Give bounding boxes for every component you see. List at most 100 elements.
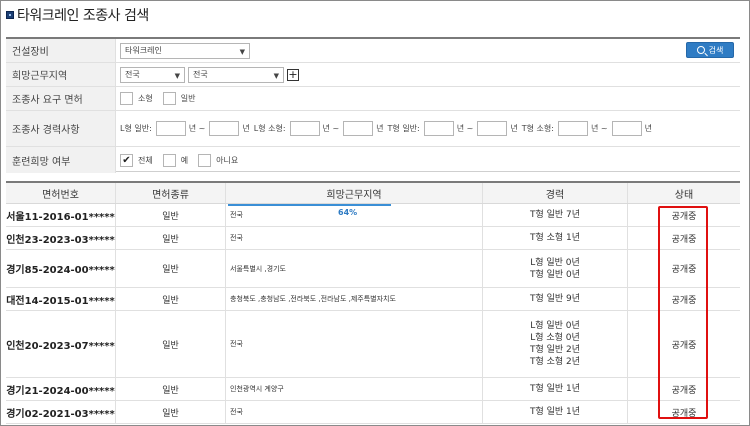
region-cell: 서울특별시 ,경기도 bbox=[226, 250, 483, 287]
table-row[interactable]: 대전14-2015-01***** 일반 충청북도 ,충청남도 ,전라북도 ,전라남… bbox=[6, 288, 740, 311]
t-small-label: T형 소형: bbox=[521, 124, 554, 133]
l-small-max-input[interactable] bbox=[343, 121, 374, 136]
table-row[interactable]: 경기02-2021-03***** 일반 전국 T형 일반 1년 공개중 bbox=[6, 401, 740, 424]
training-yes-checkbox[interactable] bbox=[162, 153, 176, 167]
region-city-value: 전국 bbox=[193, 70, 208, 79]
experience-cell: T형 일반 9년 bbox=[483, 288, 628, 310]
license-type-cell: 일반 bbox=[116, 311, 226, 377]
search-icon bbox=[696, 46, 705, 54]
license-type-cell: 일반 bbox=[116, 250, 226, 287]
status-cell: 공개중 bbox=[671, 408, 697, 419]
l-general-max-input[interactable] bbox=[209, 121, 240, 136]
form-row-license: 조종사 요구 면허 소형 일반 bbox=[6, 87, 740, 111]
experience-line: T형 소형 1년 bbox=[529, 233, 581, 243]
search-button[interactable]: 검색 bbox=[686, 42, 734, 58]
t-general-min-input[interactable] bbox=[423, 121, 454, 136]
license-no-cell: 경기21-2024-00***** bbox=[6, 378, 116, 400]
training-yes-label: 예 bbox=[180, 155, 189, 165]
training-all-label: 전체 bbox=[138, 155, 153, 165]
experience-t-general: T형 일반: 년 ~ 년 bbox=[388, 121, 522, 136]
results-table: 면허번호 면허종류 희망근무지역 경력 상태 64% 서울11-2016-01*… bbox=[6, 181, 740, 424]
unit-range: 년 ~ bbox=[322, 124, 340, 133]
experience-l-general: L형 일반: 년 ~ 년 bbox=[120, 121, 254, 136]
experience-cell: T형 일반 7년 bbox=[483, 204, 628, 226]
region-cell: 전국 bbox=[226, 227, 483, 249]
region-city-select[interactable]: 전국 ▼ bbox=[188, 66, 284, 83]
col-header-license-type[interactable]: 면허종류 bbox=[116, 183, 226, 203]
chevron-down-icon: ▼ bbox=[174, 71, 180, 80]
table-row[interactable]: 경기85-2024-00***** 일반 서울특별시 ,경기도 L형 일반 0년 T형 … bbox=[6, 250, 740, 288]
unit-range: 년 ~ bbox=[456, 124, 474, 133]
experience-line: T형 일반 0년 bbox=[529, 269, 581, 280]
t-small-min-input[interactable] bbox=[557, 121, 588, 136]
col-header-region[interactable]: 희망근무지역 bbox=[226, 183, 483, 203]
equipment-label: 건설장비 bbox=[6, 39, 116, 62]
experience-cell: T형 일반 1년 bbox=[483, 401, 628, 423]
form-row-training: 훈련희망 여부 ✔ 전체 예 아니요 bbox=[6, 147, 740, 173]
region-cell: 충청북도 ,충청남도 ,전라북도 ,전라남도 ,제주특별자치도 bbox=[226, 288, 483, 310]
l-small-label: L형 소형: bbox=[253, 124, 286, 133]
experience-line: T형 일반 7년 bbox=[529, 210, 581, 220]
experience-line: L형 일반 0년 bbox=[530, 321, 580, 331]
license-type-cell: 일반 bbox=[116, 227, 226, 249]
region-cell: 인천광역시 계양구 bbox=[226, 378, 483, 400]
region-province-select[interactable]: 전국 ▼ bbox=[120, 66, 185, 83]
experience-cell: T형 일반 1년 bbox=[483, 378, 628, 400]
license-no-cell: 대전14-2015-01***** bbox=[6, 288, 116, 310]
training-no-checkbox[interactable] bbox=[198, 153, 212, 167]
l-small-min-input[interactable] bbox=[289, 121, 320, 136]
col-header-experience[interactable]: 경력 bbox=[483, 183, 628, 203]
experience-line: L형 일반 0년 bbox=[530, 257, 580, 268]
form-row-region: 희망근무지역 전국 ▼ 전국 ▼ + bbox=[6, 63, 740, 87]
equipment-select[interactable]: 타워크레인 ▼ bbox=[120, 42, 250, 59]
table-row[interactable]: 인천20-2023-07***** 일반 전국 L형 일반 0년 L형 소형 0년 T형 … bbox=[6, 311, 740, 378]
col-header-status[interactable]: 상태 bbox=[628, 183, 740, 203]
unit-year: 년 bbox=[376, 124, 384, 133]
region-cell: 전국 bbox=[226, 311, 483, 377]
license-small-label: 소형 bbox=[138, 94, 153, 103]
chevron-down-icon: ▼ bbox=[273, 71, 279, 80]
page-title: 타워크레인 조종사 검색 bbox=[6, 6, 149, 24]
unit-year: 년 bbox=[242, 124, 250, 133]
status-cell: 공개중 bbox=[671, 295, 697, 306]
training-no-label: 아니요 bbox=[216, 155, 239, 165]
license-no-cell: 인천23-2023-03***** bbox=[6, 227, 116, 249]
col-header-license-no[interactable]: 면허번호 bbox=[6, 183, 116, 203]
license-general-label: 일반 bbox=[180, 94, 196, 103]
region-cell: 전국 bbox=[226, 401, 483, 423]
progress-percent: 64% bbox=[338, 208, 358, 217]
t-general-max-input[interactable] bbox=[477, 121, 508, 136]
experience-cell: T형 소형 1년 bbox=[483, 227, 628, 249]
l-general-min-input[interactable] bbox=[155, 121, 186, 136]
add-region-button[interactable]: + bbox=[287, 68, 299, 81]
unit-year: 년 bbox=[510, 124, 518, 133]
region-label: 희망근무지역 bbox=[6, 63, 116, 86]
search-button-label: 검색 bbox=[708, 45, 724, 55]
training-all-checkbox[interactable]: ✔ bbox=[120, 153, 133, 167]
progress-bar-fill bbox=[228, 204, 392, 206]
experience-l-small: L형 소형: 년 ~ 년 bbox=[254, 121, 388, 136]
loading-progress: 64% bbox=[228, 204, 483, 217]
license-small-checkbox[interactable] bbox=[120, 92, 133, 105]
t-small-max-input[interactable] bbox=[611, 121, 642, 136]
status-cell: 공개중 bbox=[671, 340, 697, 351]
experience-cell: L형 일반 0년 L형 소형 0년 T형 일반 2년 T형 소형 2년 bbox=[483, 311, 628, 377]
status-cell: 공개중 bbox=[671, 265, 697, 275]
t-general-label: T형 일반: bbox=[387, 124, 420, 133]
experience-label: 조종사 경력사항 bbox=[6, 111, 116, 146]
license-general-checkbox[interactable] bbox=[162, 92, 176, 105]
status-cell: 공개중 bbox=[671, 211, 697, 222]
search-form: 건설장비 타워크레인 ▼ 검색 희망근무지역 전국 ▼ 전국 ▼ + 조종사 요… bbox=[6, 37, 740, 173]
license-no-cell: 경기85-2024-00***** bbox=[6, 250, 116, 287]
experience-line: T형 소형 2년 bbox=[529, 357, 581, 367]
chevron-down-icon: ▼ bbox=[239, 47, 245, 56]
table-row[interactable]: 인천23-2023-03***** 일반 전국 T형 소형 1년 공개중 bbox=[6, 227, 740, 250]
table-body: 서울11-2016-01***** 일반 전국 T형 일반 7년 공개중 인천23-202… bbox=[6, 204, 740, 424]
license-no-cell: 경기02-2021-03***** bbox=[6, 401, 116, 423]
table-row[interactable]: 경기21-2024-00***** 일반 인천광역시 계양구 T형 일반 1년 공개중 bbox=[6, 378, 740, 401]
experience-line: T형 일반 1년 bbox=[529, 407, 581, 417]
experience-line: L형 소형 0년 bbox=[530, 333, 580, 343]
equipment-select-value: 타워크레인 bbox=[125, 46, 162, 55]
table-header: 면허번호 면허종류 희망근무지역 경력 상태 bbox=[6, 183, 740, 204]
license-no-cell: 인천20-2023-07***** bbox=[6, 311, 116, 377]
